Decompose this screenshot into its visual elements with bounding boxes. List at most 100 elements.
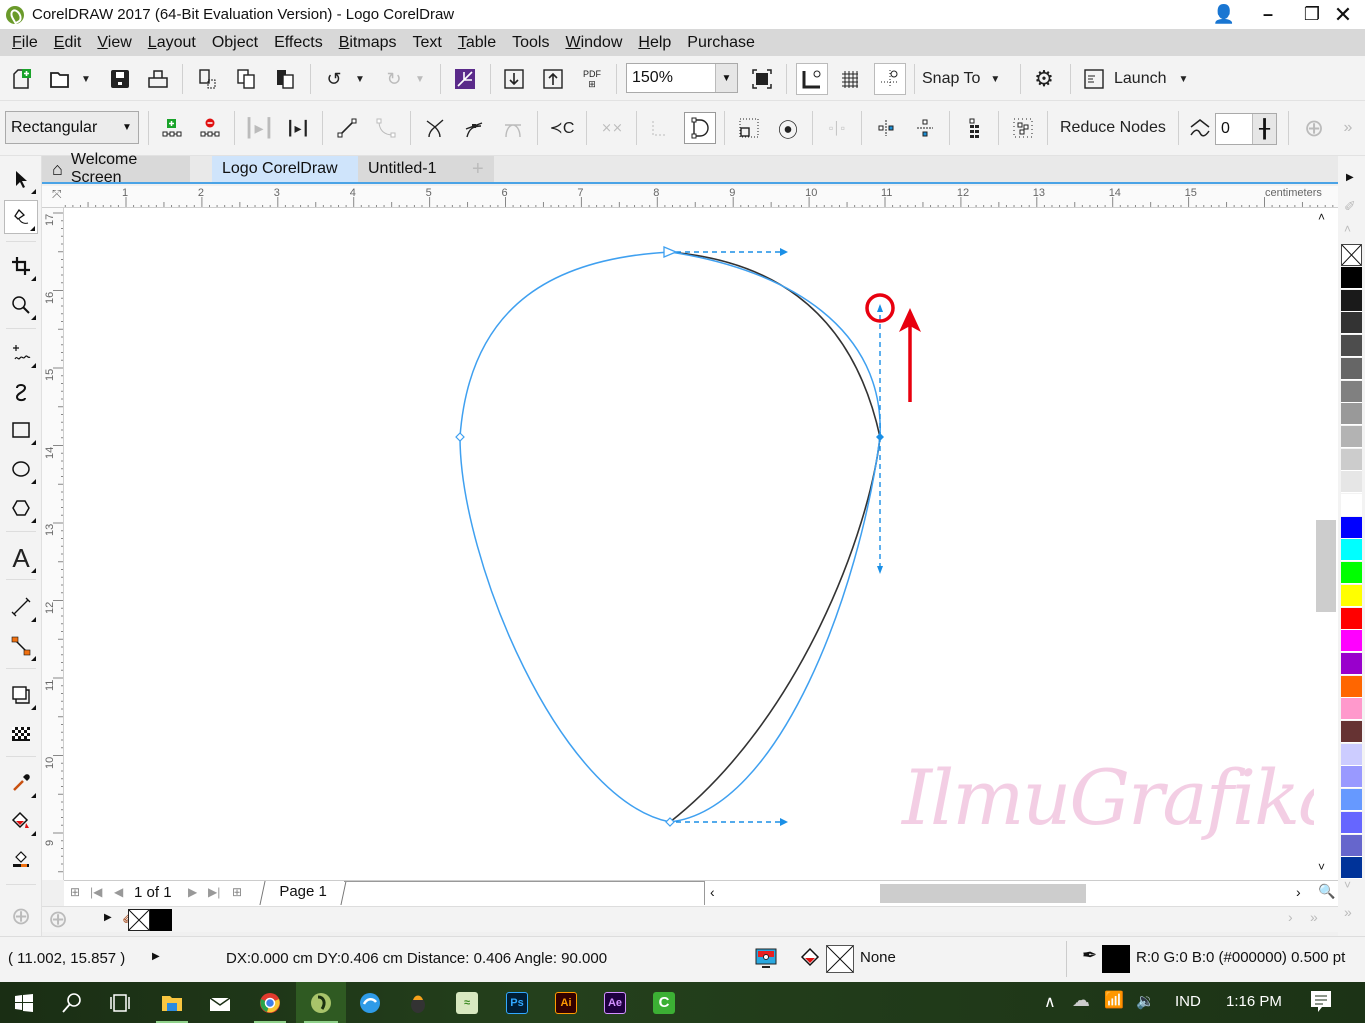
drop-shadow-tool[interactable]: [4, 678, 38, 712]
action-center-icon[interactable]: [1310, 990, 1332, 1018]
palette-swatch[interactable]: [1341, 335, 1362, 358]
show-grid-icon[interactable]: [836, 65, 864, 93]
file-explorer-icon[interactable]: [148, 982, 196, 1023]
shape-tool[interactable]: [4, 200, 38, 234]
document-swatch-black[interactable]: [150, 909, 172, 931]
artistic-media-tool[interactable]: [4, 375, 38, 409]
align-nodes-icon[interactable]: ▫│▫: [823, 114, 851, 142]
add-toolbar-icon[interactable]: ⊕: [1300, 114, 1328, 142]
selection-mode-combo[interactable]: Rectangular ▼: [5, 111, 139, 144]
show-hidden-icons[interactable]: ∧: [1044, 992, 1056, 1012]
add-page-after-icon[interactable]: ⊞: [232, 885, 242, 899]
selection-mode-dropdown-icon[interactable]: ▼: [116, 112, 138, 143]
launch-button[interactable]: Launch ▼: [1114, 65, 1188, 93]
palette-swatch[interactable]: [1341, 539, 1362, 562]
show-guidelines-icon[interactable]: [874, 63, 906, 95]
account-icon[interactable]: 👤: [1202, 0, 1246, 29]
palette-swatch[interactable]: [1341, 494, 1362, 516]
print-icon[interactable]: [144, 65, 172, 93]
menu-edit[interactable]: Edit: [46, 34, 90, 52]
color-proofing-icon[interactable]: [754, 947, 778, 975]
ruler-origin-icon[interactable]: ⤧: [52, 187, 62, 202]
document-palette-expand-icon[interactable]: »: [1310, 909, 1318, 925]
volume-icon[interactable]: 🔉: [1136, 992, 1155, 1010]
open-recent-dropdown[interactable]: ▼: [78, 65, 94, 93]
palette-menu-arrow-icon[interactable]: ▶: [1346, 172, 1354, 183]
add-palette-icon[interactable]: ⊕: [48, 905, 68, 934]
cusp-node-icon[interactable]: [421, 114, 449, 142]
reduce-nodes-button[interactable]: Reduce Nodes: [1060, 114, 1166, 142]
palette-swatch[interactable]: [1341, 584, 1362, 607]
menu-help[interactable]: Help: [630, 34, 679, 52]
undo-dropdown[interactable]: ▼: [352, 65, 368, 93]
mirror-horizontal-icon[interactable]: [872, 114, 900, 142]
launch-icon[interactable]: [1082, 65, 1106, 93]
vertical-ruler[interactable]: 17 16 15 14 13 12 11 10 9: [42, 208, 64, 880]
chrome-icon[interactable]: [246, 982, 294, 1023]
to-line-icon[interactable]: [333, 114, 361, 142]
palette-swatch[interactable]: [1341, 789, 1362, 812]
copy-icon[interactable]: [232, 65, 260, 93]
menu-bitmaps[interactable]: Bitmaps: [331, 34, 405, 52]
add-tool-icon[interactable]: ⊕: [4, 899, 38, 933]
new-tab-plus-icon[interactable]: +: [466, 156, 494, 182]
document-palette-menu-icon[interactable]: ▶: [104, 912, 112, 923]
zoom-level-combo[interactable]: 150% ▼: [626, 63, 738, 93]
scroll-left-icon[interactable]: ‹: [710, 884, 715, 900]
publish-pdf-icon[interactable]: PDF ⊞: [578, 65, 606, 93]
zoom-tool[interactable]: [4, 288, 38, 322]
smoothness-slider-icon[interactable]: ╂: [1252, 114, 1276, 144]
tab-logo-coreldraw[interactable]: Logo CorelDraw: [212, 156, 364, 182]
status-menu-arrow-icon[interactable]: ▶: [152, 951, 160, 962]
interactive-fill-tool[interactable]: [4, 804, 38, 838]
outline-swatch[interactable]: [1102, 945, 1130, 973]
first-page-icon[interactable]: |◀: [90, 885, 102, 899]
tab-welcome-screen[interactable]: ⌂ Welcome Screen: [42, 151, 190, 186]
start-button-icon[interactable]: [0, 982, 48, 1023]
palette-swatch[interactable]: [1341, 289, 1362, 312]
delete-node-icon[interactable]: [196, 114, 224, 142]
menu-window[interactable]: Window: [557, 34, 630, 52]
palette-expand-icon[interactable]: »: [1344, 904, 1352, 920]
palette-swatch[interactable]: [1341, 630, 1362, 653]
color-eyedropper-tool[interactable]: [4, 766, 38, 800]
minimize-button[interactable]: –: [1246, 0, 1290, 29]
onedrive-icon[interactable]: ☁: [1072, 990, 1090, 1011]
redo-icon[interactable]: ↻: [380, 65, 408, 93]
clock[interactable]: 1:16 PM: [1226, 993, 1282, 1010]
mail-icon[interactable]: [196, 982, 244, 1023]
palette-swatch[interactable]: [1341, 721, 1362, 743]
parallel-dimension-tool[interactable]: [4, 590, 38, 624]
palette-swatch[interactable]: [1341, 834, 1362, 857]
palette-swatch[interactable]: [1341, 425, 1362, 448]
transparency-tool[interactable]: [4, 717, 38, 751]
scroll-right-icon[interactable]: ›: [1296, 884, 1301, 900]
mirror-vertical-icon[interactable]: [911, 114, 939, 142]
after-effects-icon[interactable]: Ae: [591, 982, 639, 1023]
polygon-tool[interactable]: [4, 491, 38, 525]
join-nodes-icon[interactable]: ┃▸┃: [244, 114, 275, 142]
options-gear-icon[interactable]: ⚙: [1030, 65, 1058, 93]
menu-tools[interactable]: Tools: [504, 34, 557, 52]
close-curve-icon[interactable]: [684, 112, 716, 144]
palette-swatch[interactable]: [1341, 448, 1362, 471]
coreldraw-taskbar-icon[interactable]: [296, 982, 346, 1023]
palette-swatch[interactable]: [1341, 562, 1362, 585]
extend-curve-icon[interactable]: ⨯⨯: [598, 114, 626, 142]
elastic-mode-icon[interactable]: [960, 114, 988, 142]
app-blue-icon[interactable]: [346, 982, 394, 1023]
curve-smoothness-field[interactable]: 0 ╂: [1215, 113, 1277, 145]
smooth-node-icon[interactable]: [460, 114, 488, 142]
menu-purchase[interactable]: Purchase: [679, 34, 763, 52]
menu-layout[interactable]: Layout: [140, 34, 204, 52]
palette-swatch[interactable]: [1341, 811, 1362, 834]
palette-swatch[interactable]: [1341, 403, 1362, 426]
last-page-icon[interactable]: ▶|: [208, 885, 220, 899]
vertical-scroll-thumb[interactable]: [1316, 520, 1336, 612]
document-swatch-none[interactable]: [128, 909, 150, 931]
palette-swatch[interactable]: [1341, 380, 1362, 403]
break-curve-icon[interactable]: ┃▸┃: [284, 114, 312, 142]
camtasia-icon[interactable]: C: [640, 982, 688, 1023]
palette-swatch[interactable]: [1341, 675, 1362, 698]
palette-swatch[interactable]: [1341, 267, 1362, 289]
